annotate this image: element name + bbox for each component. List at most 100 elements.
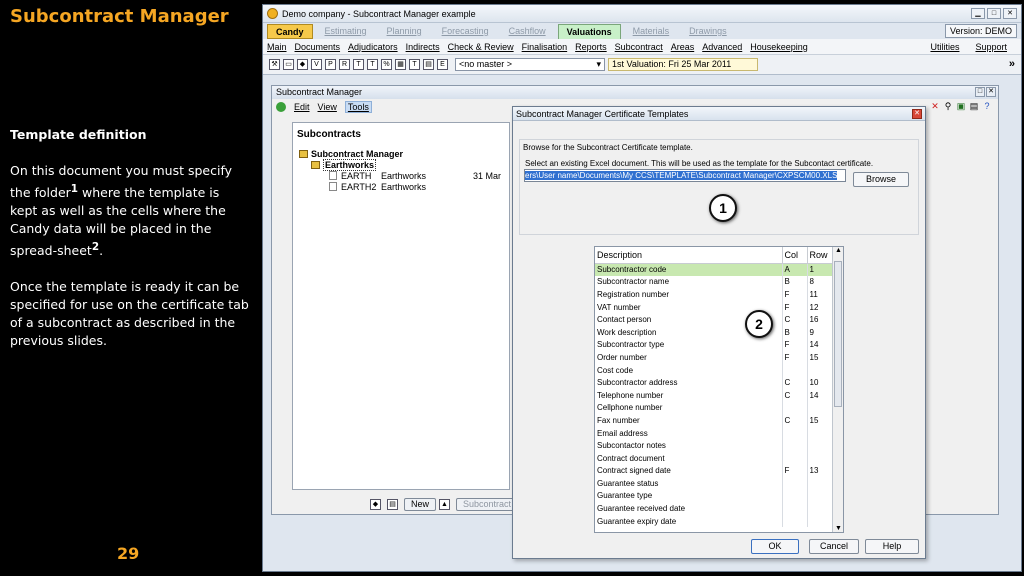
menu-advanced[interactable]: Advanced: [702, 42, 742, 52]
tree-item[interactable]: EARTH2 Earthworks: [297, 181, 505, 192]
diamond-icon[interactable]: ◆: [370, 499, 381, 510]
percent-icon[interactable]: %: [381, 59, 392, 70]
menu-areas[interactable]: Areas: [671, 42, 695, 52]
maximize-icon[interactable]: □: [987, 8, 1001, 19]
table-row[interactable]: Subcontactor notes: [595, 439, 833, 452]
cell-description: Order number: [595, 351, 783, 364]
valuation-field[interactable]: 1st Valuation: Fri 25 Mar 2011: [608, 58, 758, 71]
browse-button[interactable]: Browse: [853, 172, 909, 187]
table-row[interactable]: Contract document: [595, 451, 833, 465]
t-icon[interactable]: T: [353, 59, 364, 70]
table-row[interactable]: Guarantee received date: [595, 502, 833, 515]
cell-col: B: [782, 325, 808, 339]
table-row[interactable]: Guarantee status: [595, 477, 833, 490]
text-size-icon[interactable]: T: [367, 59, 378, 70]
tab-planning[interactable]: Planning: [379, 24, 430, 39]
master-select[interactable]: <no master >: [455, 58, 605, 71]
p-icon[interactable]: P: [325, 59, 336, 70]
table-row[interactable]: Telephone number C 14: [595, 388, 833, 402]
version-button[interactable]: Version: DEMO: [944, 24, 1017, 38]
cell-row: [807, 451, 833, 465]
table-row[interactable]: Registration number F 11: [595, 288, 833, 301]
tab-forecasting[interactable]: Forecasting: [434, 24, 497, 39]
tab-valuations[interactable]: Valuations: [557, 24, 621, 39]
help-icon[interactable]: ?: [982, 101, 992, 111]
binoculars-icon[interactable]: ⚲: [943, 101, 953, 111]
e-icon[interactable]: E: [437, 59, 448, 70]
printer-icon[interactable]: ▤: [969, 101, 979, 111]
table-row[interactable]: Cellphone number: [595, 401, 833, 415]
table-row[interactable]: Contract signed date F 13: [595, 464, 833, 478]
minimize-icon[interactable]: ▁: [971, 8, 985, 19]
calculator-icon[interactable]: ▦: [395, 59, 406, 70]
table-row[interactable]: Fax number C 15: [595, 414, 833, 427]
table-row[interactable]: Subcontractor code A 1: [595, 263, 833, 276]
menu-adjudicators[interactable]: Adjudicators: [348, 42, 398, 52]
table-scrollbar[interactable]: ▲ ▼: [832, 247, 843, 532]
tab-candy[interactable]: Candy: [267, 24, 313, 39]
excel-icon[interactable]: ▣: [956, 101, 966, 111]
menu-finalisation[interactable]: Finalisation: [522, 42, 568, 52]
menu-check-review[interactable]: Check & Review: [448, 42, 514, 52]
tree-root[interactable]: Subcontract Manager: [297, 148, 505, 159]
menu-tools[interactable]: Tools: [344, 101, 372, 113]
table-row[interactable]: Guarantee type: [595, 489, 833, 503]
wrench-icon[interactable]: ⚒: [269, 59, 280, 70]
print-icon[interactable]: ▤: [387, 499, 398, 510]
menu-reports[interactable]: Reports: [575, 42, 607, 52]
r-icon[interactable]: R: [339, 59, 350, 70]
table-row[interactable]: Work description B 9: [595, 325, 833, 339]
inner-close-icon[interactable]: ✕: [986, 87, 996, 97]
close-icon[interactable]: ✕: [1003, 8, 1017, 19]
col-description[interactable]: Description: [595, 247, 783, 264]
template-path-input[interactable]: ers\User name\Documents\My CCS\TEMPLATE\…: [524, 169, 846, 182]
menu-subcontract[interactable]: Subcontract: [615, 42, 663, 52]
table-row[interactable]: Guarantee expiry date: [595, 514, 833, 528]
menu-support[interactable]: Support: [975, 42, 1007, 52]
table-row[interactable]: Subcontractor address C 10: [595, 376, 833, 389]
tab-materials[interactable]: Materials: [625, 24, 678, 39]
menu-view[interactable]: View: [318, 102, 337, 112]
menu-edit[interactable]: Edit: [294, 102, 310, 112]
scroll-up-icon[interactable]: ▲: [835, 247, 842, 254]
delete-icon[interactable]: ✕: [930, 101, 940, 111]
col-row[interactable]: Row: [807, 247, 833, 264]
chevron-right-icon[interactable]: »: [1009, 58, 1015, 70]
diamond-icon[interactable]: ◆: [297, 59, 308, 70]
cell-col: F: [782, 288, 808, 301]
go-back-icon[interactable]: [276, 102, 286, 112]
table-row[interactable]: Contact person C 16: [595, 313, 833, 326]
scroll-thumb[interactable]: [834, 261, 842, 407]
menu-documents[interactable]: Documents: [295, 42, 341, 52]
table-row[interactable]: Subcontractor name B 8: [595, 275, 833, 289]
cell-description: Email address: [595, 426, 783, 440]
v-icon[interactable]: V: [311, 59, 322, 70]
monitor-icon[interactable]: ▭: [283, 59, 294, 70]
tab-estimating[interactable]: Estimating: [317, 24, 375, 39]
table-row[interactable]: Email address: [595, 426, 833, 440]
new-button[interactable]: New: [404, 498, 437, 511]
scroll-down-icon[interactable]: ▼: [835, 525, 842, 532]
menu-housekeeping[interactable]: Housekeeping: [750, 42, 808, 52]
menu-main[interactable]: Main: [267, 42, 287, 52]
table-row[interactable]: VAT number F 12: [595, 300, 833, 314]
arrow-up-icon[interactable]: ▲: [439, 499, 451, 510]
menu-utilities[interactable]: Utilities: [930, 42, 959, 52]
print-icon[interactable]: ▤: [423, 59, 434, 70]
col-col[interactable]: Col: [782, 247, 808, 264]
table-row[interactable]: Cost code: [595, 363, 833, 377]
table-row[interactable]: Order number F 15: [595, 351, 833, 364]
table-row[interactable]: Subcontractor type F 14: [595, 338, 833, 352]
tab-cashflow[interactable]: Cashflow: [501, 24, 554, 39]
dialog-close-icon[interactable]: ✕: [912, 109, 922, 119]
hammer-icon[interactable]: T: [409, 59, 420, 70]
tab-drawings[interactable]: Drawings: [681, 24, 735, 39]
cell-col: C: [782, 388, 808, 402]
ok-button[interactable]: OK: [751, 539, 799, 554]
inner-restore-icon[interactable]: □: [975, 87, 985, 97]
help-button[interactable]: Help: [865, 539, 919, 554]
cancel-button[interactable]: Cancel: [809, 539, 859, 554]
tree-folder[interactable]: Earthworks: [297, 158, 505, 171]
tree-item[interactable]: EARTH Earthworks 31 Mar: [297, 170, 505, 181]
menu-indirects[interactable]: Indirects: [406, 42, 440, 52]
